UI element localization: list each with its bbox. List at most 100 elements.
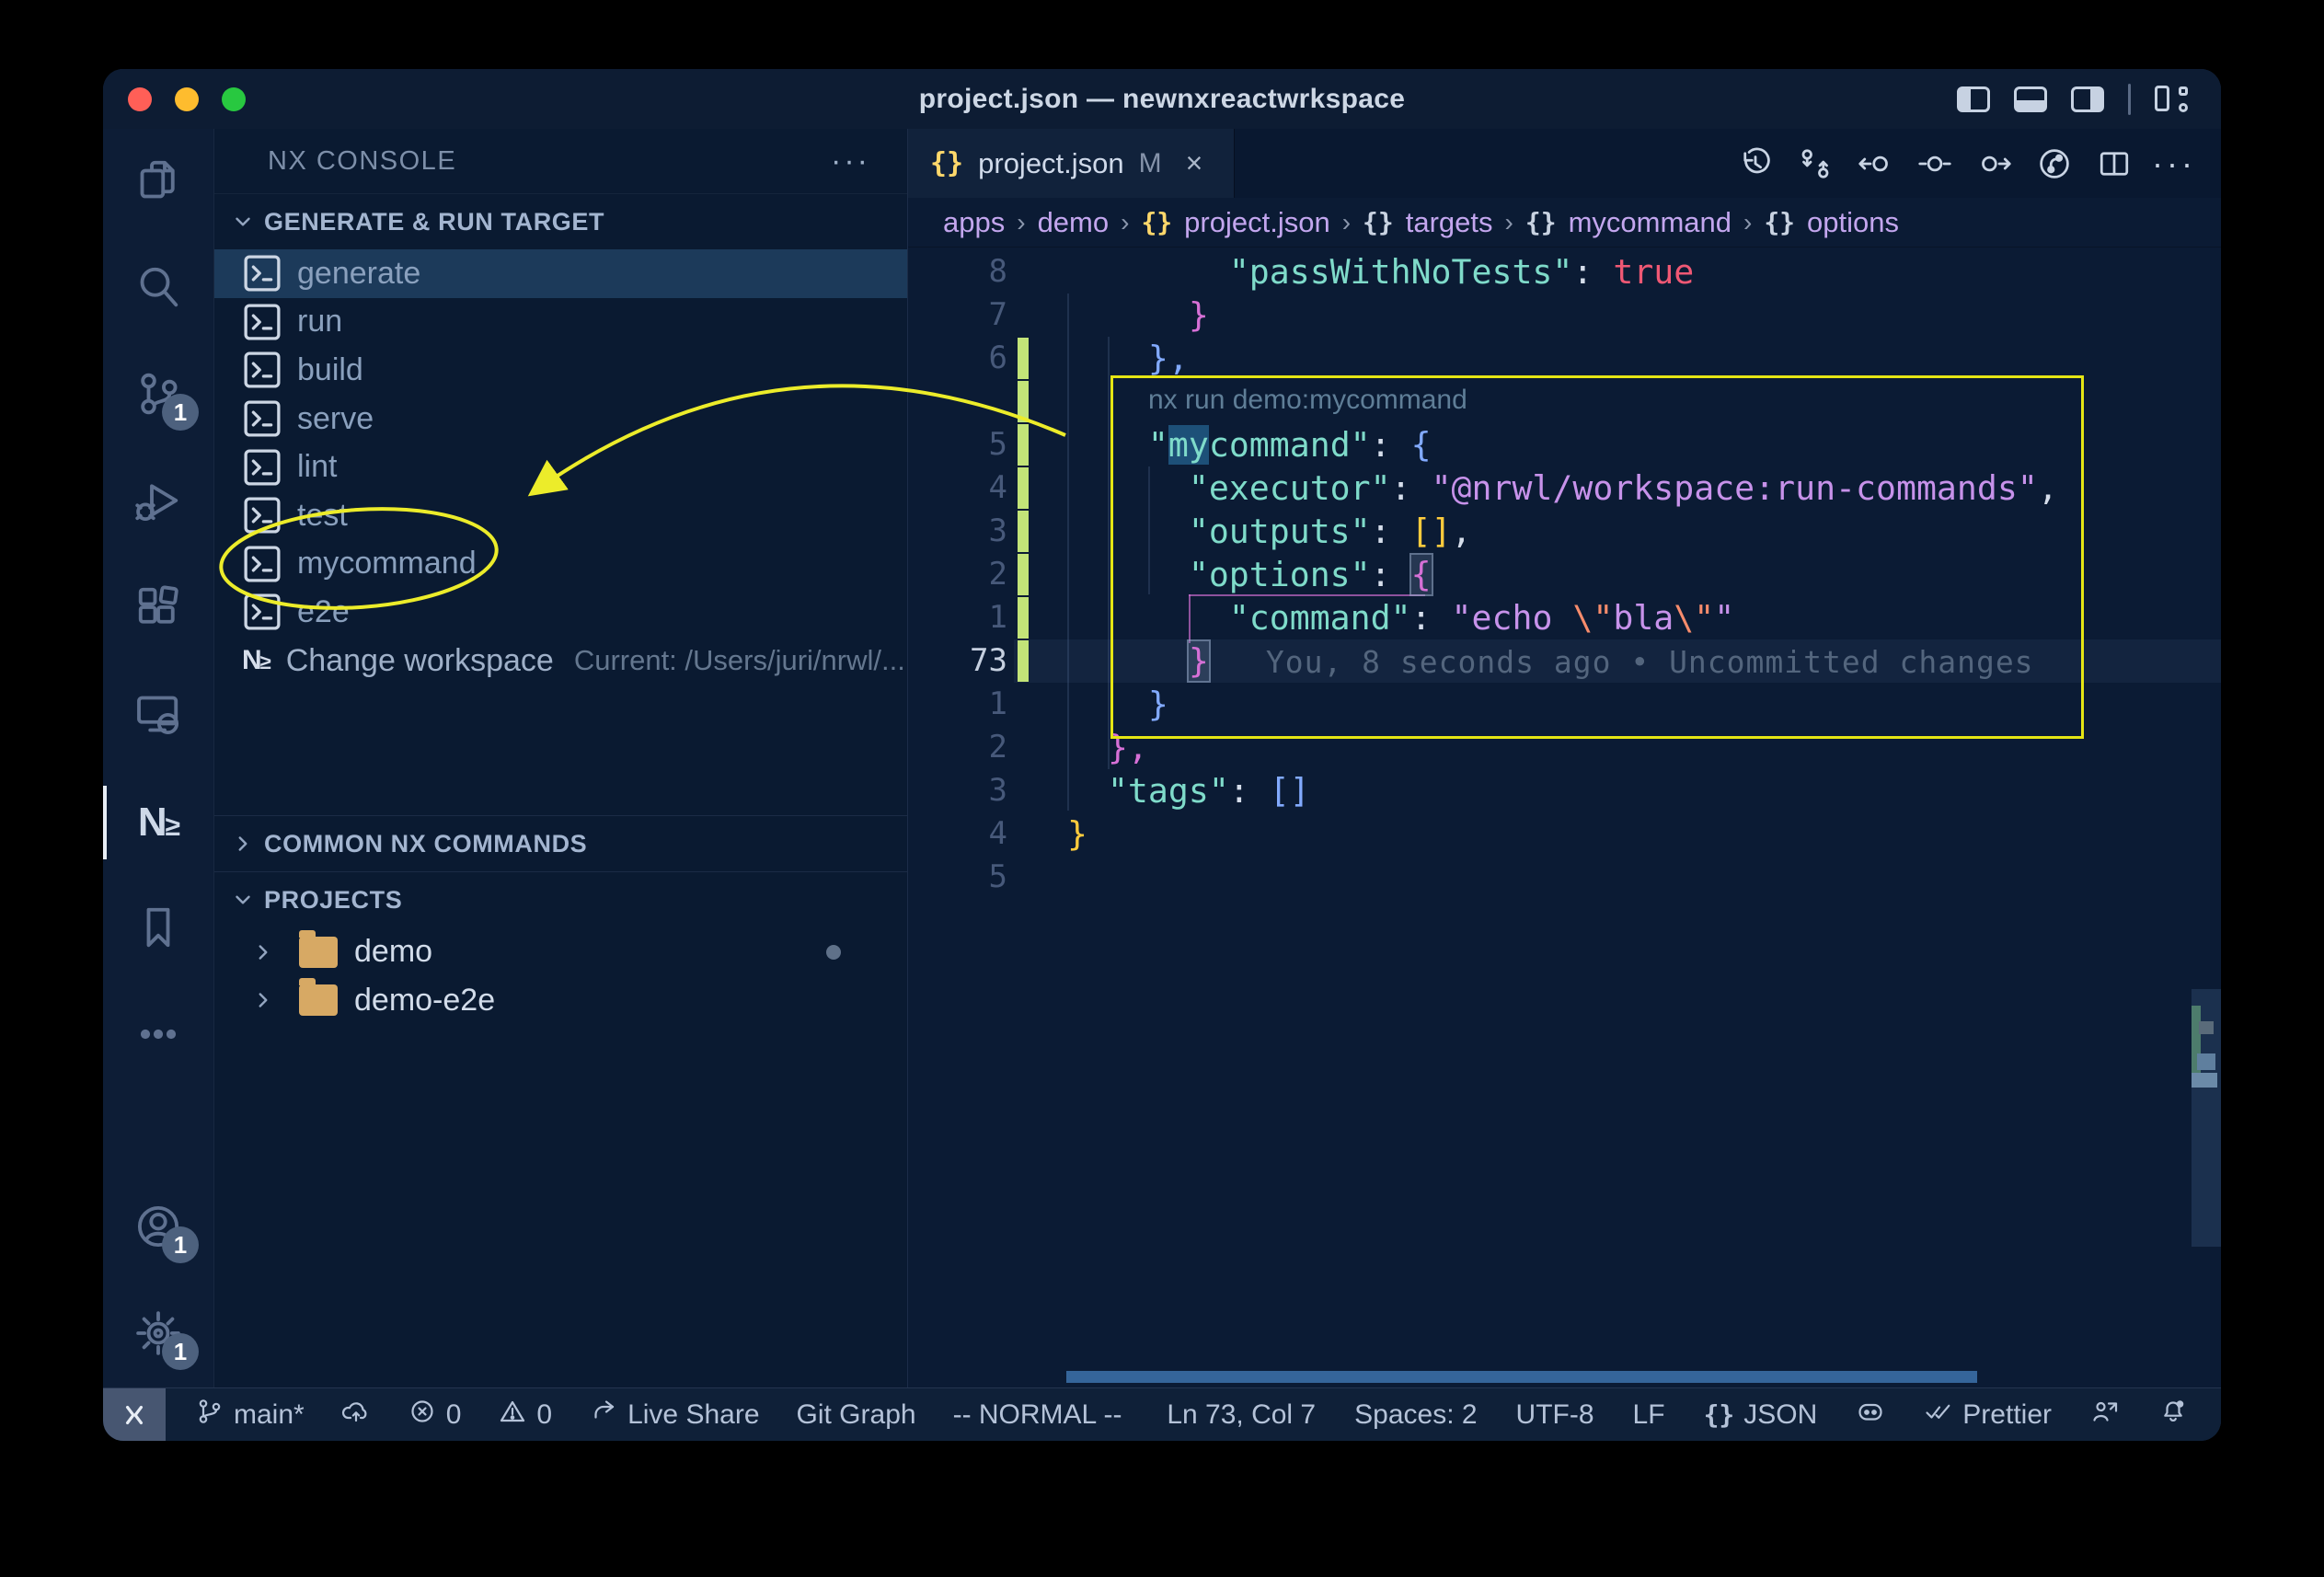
json-symbol-icon: {} (1141, 207, 1172, 237)
toggle-secondary-sidebar-icon[interactable] (2071, 86, 2104, 112)
section-common-nx-commands[interactable]: COMMON NX COMMANDS (214, 815, 907, 871)
code-line[interactable]: 3 "tags": [] (908, 769, 2221, 812)
code-line[interactable]: 2 "options": { (908, 553, 2221, 596)
status-notifications[interactable] (2158, 1397, 2188, 1433)
target-item-run[interactable]: run (214, 298, 907, 347)
chevron-right-icon[interactable] (247, 984, 279, 1016)
split-editor-icon[interactable] (2095, 144, 2134, 183)
chevron-right-icon (227, 828, 259, 859)
target-item-generate[interactable]: generate (214, 249, 907, 298)
codelens-run-command[interactable]: nx run demo:mycommand (1148, 385, 1467, 416)
toggle-panel-icon[interactable] (2014, 86, 2047, 112)
status-encoding[interactable]: UTF-8 (1516, 1399, 1594, 1431)
next-change-icon[interactable] (1975, 144, 2014, 183)
more-icon[interactable]: ··· (2155, 144, 2193, 183)
code-line[interactable]: 4 "executor": "@nrwl/workspace:run-comma… (908, 466, 2221, 510)
target-item-serve[interactable]: serve (214, 395, 907, 443)
activity-item-accounts[interactable]: 1 (103, 1175, 213, 1282)
code-line[interactable]: 5 "mycommand": { (908, 423, 2221, 466)
code-lens-row[interactable]: nx run demo:mycommand (908, 380, 2221, 423)
previous-change-icon[interactable] (1856, 144, 1894, 183)
terminal-icon (242, 495, 282, 535)
target-item-mycommand[interactable]: mycommand (214, 540, 907, 589)
remote-indicator[interactable] (103, 1388, 166, 1441)
code-line[interactable]: 2 }, (908, 726, 2221, 769)
customize-layout-icon[interactable] (2155, 86, 2190, 113)
breadcrumb-item-mycommand[interactable]: mycommand (1569, 206, 1731, 239)
horizontal-scrollbar[interactable] (1066, 1371, 1977, 1383)
breadcrumb-item-project.json[interactable]: project.json (1184, 206, 1330, 239)
activity-item-source-control[interactable]: 1 (103, 342, 213, 449)
change-icon[interactable] (1916, 144, 1954, 183)
breadcrumb-item-demo[interactable]: demo (1038, 206, 1110, 239)
code-line[interactable]: 8 "passWithNoTests": true (908, 250, 2221, 294)
chevron-right-icon[interactable] (247, 937, 279, 968)
code-line[interactable]: 1 } (908, 683, 2221, 726)
activity-item-more[interactable] (103, 983, 213, 1089)
code-line[interactable]: 73 }You, 8 seconds ago • Uncommitted cha… (908, 639, 2221, 683)
activity-item-run-debug[interactable] (103, 449, 213, 556)
status-eol[interactable]: LF (1633, 1399, 1665, 1431)
zoom-window-button[interactable] (222, 87, 246, 111)
code-line[interactable]: 4} (908, 812, 2221, 856)
target-item-label: e2e (297, 594, 350, 630)
line-number: 4 (908, 466, 1007, 510)
code-line[interactable]: 6 }, (908, 337, 2221, 380)
activity-item-bookmarks[interactable] (103, 876, 213, 983)
activity-item-explorer[interactable] (103, 129, 213, 236)
line-number: 5 (908, 423, 1007, 466)
nx-logo-icon: N≥ (242, 645, 270, 676)
status-vim-mode[interactable]: -- NORMAL -- (953, 1399, 1122, 1431)
code-line[interactable]: 3 "outputs": [], (908, 510, 2221, 553)
code-text: "outputs": [], (1067, 510, 1472, 553)
code-line[interactable]: 1 "command": "echo \"bla\"" (908, 596, 2221, 639)
activity-item-remote-explorer[interactable] (103, 662, 213, 769)
status-copilot[interactable] (1856, 1397, 1885, 1433)
minimize-window-button[interactable] (175, 87, 199, 111)
target-item-lint[interactable]: lint (214, 443, 907, 491)
code-editor[interactable]: 8 "passWithNoTests": true7 }6 }, nx run d… (908, 247, 2221, 1388)
activity-item-settings[interactable]: 1 (103, 1282, 213, 1388)
change-workspace-item[interactable]: N≥Change workspaceCurrent: /Users/juri/n… (214, 637, 907, 685)
activity-item-search[interactable] (103, 236, 213, 342)
status-errors[interactable]: 0 (408, 1397, 462, 1433)
target-item-build[interactable]: build (214, 346, 907, 395)
target-item-e2e[interactable]: e2e (214, 588, 907, 637)
breadcrumb-item-apps[interactable]: apps (943, 206, 1005, 239)
toggle-primary-sidebar-icon[interactable] (1957, 86, 1990, 112)
target-item-label: test (297, 498, 348, 534)
history-icon[interactable] (1736, 144, 1775, 183)
git-graph-icon[interactable] (2035, 144, 2074, 183)
line-number: 8 (908, 250, 1007, 294)
tab-project-json[interactable]: {} project.json M × (908, 129, 1235, 198)
target-item-test[interactable]: test (214, 491, 907, 540)
breadcrumb-item-targets[interactable]: targets (1406, 206, 1493, 239)
project-item-demo-e2e[interactable]: demo-e2e (214, 976, 907, 1025)
activity-item-nx-console[interactable]: N≥ (103, 769, 213, 876)
status-sync[interactable] (341, 1397, 371, 1433)
status-live-share[interactable]: Live Share (589, 1397, 759, 1433)
status-cursor-position[interactable]: Ln 73, Col 7 (1167, 1399, 1316, 1431)
status-git-graph[interactable]: Git Graph (797, 1399, 916, 1431)
status-warnings[interactable]: 0 (498, 1397, 552, 1433)
tab-close-icon[interactable]: × (1186, 146, 1203, 180)
code-line[interactable]: 7 } (908, 294, 2221, 337)
compare-changes-icon[interactable] (1796, 144, 1835, 183)
sidebar-more-icon[interactable]: ··· (831, 144, 870, 179)
section-generate-run-target[interactable]: GENERATE & RUN TARGET (214, 194, 907, 249)
status-language-mode[interactable]: {}JSON (1704, 1399, 1818, 1431)
sidebar-nx-console: NX CONSOLE ··· GENERATE & RUN TARGET gen… (214, 129, 908, 1388)
overview-ruler-decoration (2197, 1053, 2215, 1070)
status-indentation[interactable]: Spaces: 2 (1354, 1399, 1477, 1431)
section-projects[interactable]: PROJECTS (214, 871, 907, 927)
breadcrumb-item-options[interactable]: options (1807, 206, 1899, 239)
project-item-demo[interactable]: demo (214, 927, 907, 976)
status-feedback[interactable] (2090, 1397, 2120, 1433)
line-number: 1 (908, 596, 1007, 639)
status-label: -- NORMAL -- (953, 1399, 1122, 1431)
close-window-button[interactable] (128, 87, 152, 111)
status-prettier[interactable]: Prettier (1924, 1397, 2052, 1433)
status-git-branch[interactable]: main* (195, 1397, 305, 1433)
code-line[interactable]: 5 (908, 856, 2221, 899)
activity-item-extensions[interactable] (103, 556, 213, 662)
